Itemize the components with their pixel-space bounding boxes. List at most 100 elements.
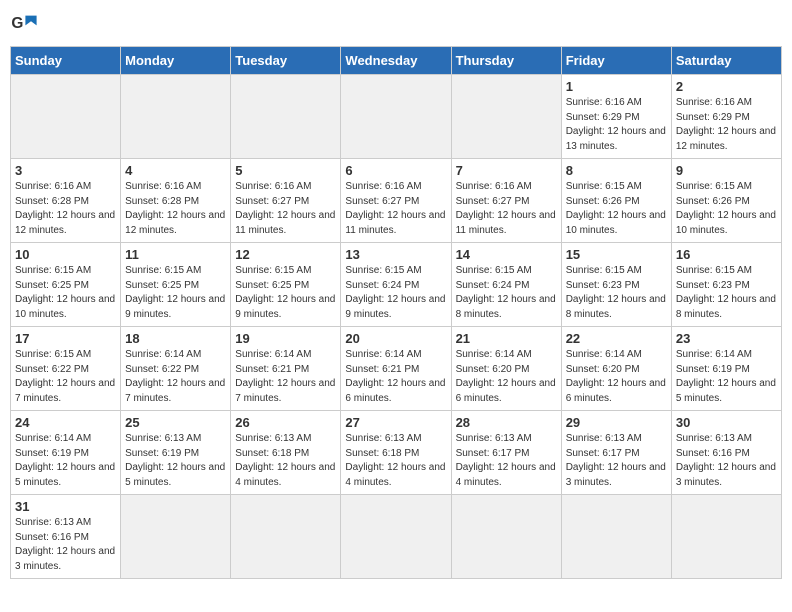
day-number: 23	[676, 331, 777, 346]
day-info: Sunrise: 6:16 AM Sunset: 6:28 PM Dayligh…	[15, 180, 116, 238]
calendar-cell: 22Sunrise: 6:14 AM Sunset: 6:20 PM Dayli…	[561, 327, 671, 411]
day-info: Sunrise: 6:15 AM Sunset: 6:24 PM Dayligh…	[456, 264, 557, 322]
day-info: Sunrise: 6:13 AM Sunset: 6:17 PM Dayligh…	[566, 432, 667, 490]
day-number: 10	[15, 247, 116, 262]
calendar-cell: 16Sunrise: 6:15 AM Sunset: 6:23 PM Dayli…	[671, 243, 781, 327]
day-info: Sunrise: 6:14 AM Sunset: 6:21 PM Dayligh…	[345, 348, 446, 406]
day-number: 12	[235, 247, 336, 262]
day-info: Sunrise: 6:13 AM Sunset: 6:16 PM Dayligh…	[676, 432, 777, 490]
calendar-cell	[121, 495, 231, 579]
day-info: Sunrise: 6:15 AM Sunset: 6:22 PM Dayligh…	[15, 348, 116, 406]
day-info: Sunrise: 6:14 AM Sunset: 6:20 PM Dayligh…	[566, 348, 667, 406]
day-info: Sunrise: 6:14 AM Sunset: 6:21 PM Dayligh…	[235, 348, 336, 406]
day-info: Sunrise: 6:13 AM Sunset: 6:18 PM Dayligh…	[235, 432, 336, 490]
day-number: 3	[15, 163, 116, 178]
calendar-cell	[341, 495, 451, 579]
calendar-cell: 26 Sunrise: 6:13 AM Sunset: 6:18 PM Dayli…	[231, 411, 341, 495]
calendar-cell: 10 Sunrise: 6:15 AM Sunset: 6:25 PM Dayli…	[11, 243, 121, 327]
calendar-cell: 15 Sunrise: 6:15 AM Sunset: 6:23 PM Dayli…	[561, 243, 671, 327]
calendar-body: 1 Sunrise: 6:16 AM Sunset: 6:29 PM Daylig…	[11, 75, 782, 579]
day-number: 27	[345, 415, 446, 430]
day-info: Sunrise: 6:15 AM Sunset: 6:25 PM Dayligh…	[125, 264, 226, 322]
day-number: 11	[125, 247, 226, 262]
logo: G	[10, 10, 42, 38]
calendar-week-5: 31Sunrise: 6:13 AM Sunset: 6:16 PM Dayli…	[11, 495, 782, 579]
calendar-cell: 30 Sunrise: 6:13 AM Sunset: 6:16 PM Dayli…	[671, 411, 781, 495]
day-number: 30	[676, 415, 777, 430]
day-info: Sunrise: 6:16 AM Sunset: 6:29 PM Dayligh…	[566, 96, 667, 154]
day-number: 6	[345, 163, 446, 178]
calendar-cell: 23Sunrise: 6:14 AM Sunset: 6:19 PM Dayli…	[671, 327, 781, 411]
day-number: 14	[456, 247, 557, 262]
calendar-cell: 31Sunrise: 6:13 AM Sunset: 6:16 PM Dayli…	[11, 495, 121, 579]
day-number: 21	[456, 331, 557, 346]
day-number: 8	[566, 163, 667, 178]
day-number: 4	[125, 163, 226, 178]
day-number: 15	[566, 247, 667, 262]
weekday-wednesday: Wednesday	[341, 47, 451, 75]
calendar-cell: 21 Sunrise: 6:14 AM Sunset: 6:20 PM Dayli…	[451, 327, 561, 411]
calendar-cell: 19Sunrise: 6:14 AM Sunset: 6:21 PM Dayli…	[231, 327, 341, 411]
calendar-cell: 3 Sunrise: 6:16 AM Sunset: 6:28 PM Daylig…	[11, 159, 121, 243]
calendar-cell: 14 Sunrise: 6:15 AM Sunset: 6:24 PM Dayli…	[451, 243, 561, 327]
day-number: 18	[125, 331, 226, 346]
day-info: Sunrise: 6:14 AM Sunset: 6:22 PM Dayligh…	[125, 348, 226, 406]
calendar-cell	[451, 75, 561, 159]
day-number: 26	[235, 415, 336, 430]
day-info: Sunrise: 6:15 AM Sunset: 6:25 PM Dayligh…	[15, 264, 116, 322]
day-info: Sunrise: 6:16 AM Sunset: 6:27 PM Dayligh…	[456, 180, 557, 238]
calendar-cell	[231, 75, 341, 159]
weekday-saturday: Saturday	[671, 47, 781, 75]
calendar-week-2: 10 Sunrise: 6:15 AM Sunset: 6:25 PM Dayli…	[11, 243, 782, 327]
day-number: 2	[676, 79, 777, 94]
day-number: 29	[566, 415, 667, 430]
calendar-cell: 25Sunrise: 6:13 AM Sunset: 6:19 PM Dayli…	[121, 411, 231, 495]
day-number: 16	[676, 247, 777, 262]
logo-icon: G	[10, 10, 38, 38]
weekday-tuesday: Tuesday	[231, 47, 341, 75]
calendar-cell: 24 Sunrise: 6:14 AM Sunset: 6:19 PM Dayli…	[11, 411, 121, 495]
day-number: 31	[15, 499, 116, 514]
day-number: 28	[456, 415, 557, 430]
calendar-cell: 18 Sunrise: 6:14 AM Sunset: 6:22 PM Dayli…	[121, 327, 231, 411]
day-number: 5	[235, 163, 336, 178]
calendar-cell	[341, 75, 451, 159]
calendar-cell: 29 Sunrise: 6:13 AM Sunset: 6:17 PM Dayli…	[561, 411, 671, 495]
weekday-monday: Monday	[121, 47, 231, 75]
weekday-thursday: Thursday	[451, 47, 561, 75]
day-info: Sunrise: 6:14 AM Sunset: 6:19 PM Dayligh…	[15, 432, 116, 490]
day-number: 17	[15, 331, 116, 346]
calendar-cell: 27 Sunrise: 6:13 AM Sunset: 6:18 PM Dayli…	[341, 411, 451, 495]
day-number: 24	[15, 415, 116, 430]
day-number: 13	[345, 247, 446, 262]
day-info: Sunrise: 6:16 AM Sunset: 6:29 PM Dayligh…	[676, 96, 777, 154]
calendar-cell: 6 Sunrise: 6:16 AM Sunset: 6:27 PM Daylig…	[341, 159, 451, 243]
day-info: Sunrise: 6:13 AM Sunset: 6:19 PM Dayligh…	[125, 432, 226, 490]
day-info: Sunrise: 6:16 AM Sunset: 6:27 PM Dayligh…	[235, 180, 336, 238]
day-number: 9	[676, 163, 777, 178]
calendar-week-4: 24 Sunrise: 6:14 AM Sunset: 6:19 PM Dayli…	[11, 411, 782, 495]
day-info: Sunrise: 6:13 AM Sunset: 6:17 PM Dayligh…	[456, 432, 557, 490]
calendar-cell: 7 Sunrise: 6:16 AM Sunset: 6:27 PM Daylig…	[451, 159, 561, 243]
day-number: 1	[566, 79, 667, 94]
calendar-cell	[671, 495, 781, 579]
day-info: Sunrise: 6:13 AM Sunset: 6:18 PM Dayligh…	[345, 432, 446, 490]
calendar-cell	[451, 495, 561, 579]
calendar-cell: 9 Sunrise: 6:15 AM Sunset: 6:26 PM Daylig…	[671, 159, 781, 243]
calendar-cell: 1 Sunrise: 6:16 AM Sunset: 6:29 PM Daylig…	[561, 75, 671, 159]
day-info: Sunrise: 6:15 AM Sunset: 6:23 PM Dayligh…	[566, 264, 667, 322]
calendar-cell	[121, 75, 231, 159]
calendar-cell	[231, 495, 341, 579]
day-number: 7	[456, 163, 557, 178]
day-info: Sunrise: 6:16 AM Sunset: 6:27 PM Dayligh…	[345, 180, 446, 238]
calendar-cell: 8 Sunrise: 6:15 AM Sunset: 6:26 PM Daylig…	[561, 159, 671, 243]
calendar-week-0: 1 Sunrise: 6:16 AM Sunset: 6:29 PM Daylig…	[11, 75, 782, 159]
calendar-cell: 11 Sunrise: 6:15 AM Sunset: 6:25 PM Dayli…	[121, 243, 231, 327]
day-info: Sunrise: 6:15 AM Sunset: 6:26 PM Dayligh…	[676, 180, 777, 238]
day-info: Sunrise: 6:14 AM Sunset: 6:20 PM Dayligh…	[456, 348, 557, 406]
calendar-table: SundayMondayTuesdayWednesdayThursdayFrid…	[10, 46, 782, 579]
day-info: Sunrise: 6:15 AM Sunset: 6:25 PM Dayligh…	[235, 264, 336, 322]
day-info: Sunrise: 6:16 AM Sunset: 6:28 PM Dayligh…	[125, 180, 226, 238]
calendar-cell: 12 Sunrise: 6:15 AM Sunset: 6:25 PM Dayli…	[231, 243, 341, 327]
day-info: Sunrise: 6:15 AM Sunset: 6:26 PM Dayligh…	[566, 180, 667, 238]
